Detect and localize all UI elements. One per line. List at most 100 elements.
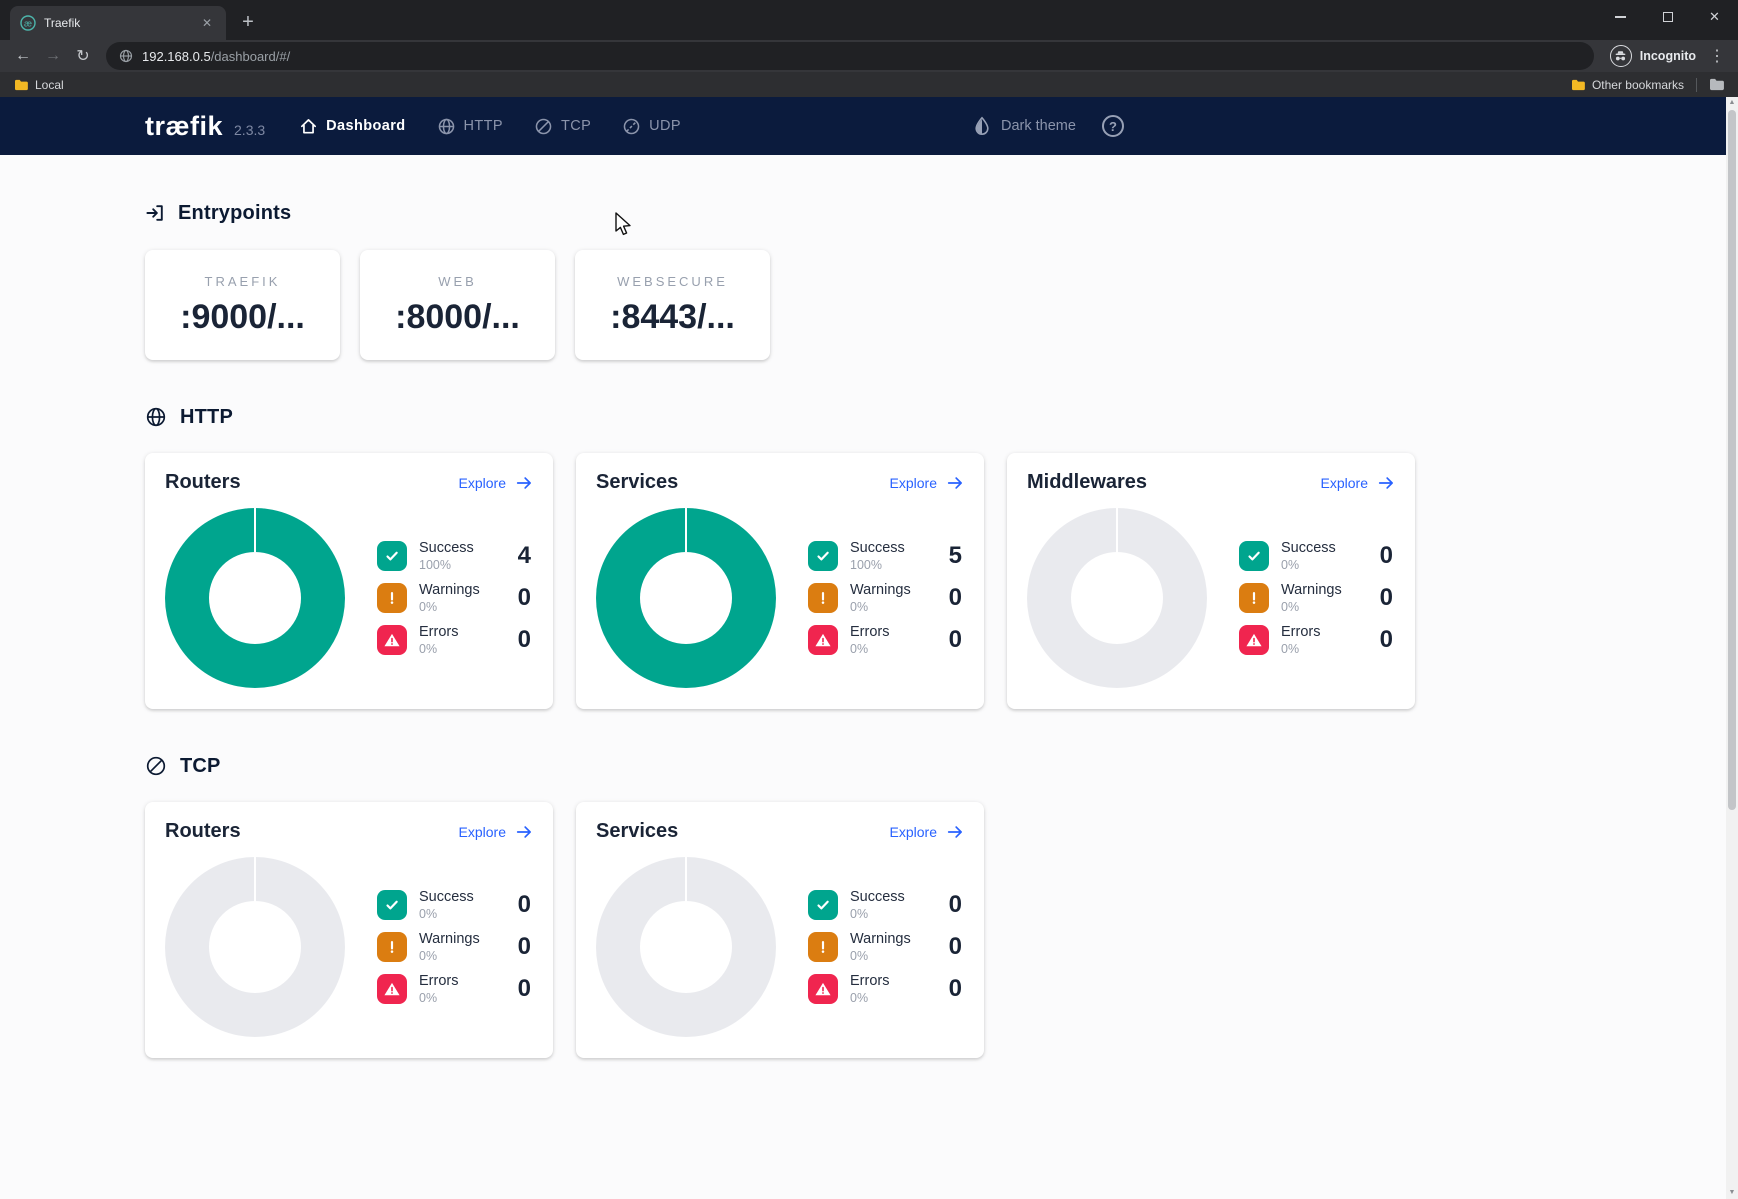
entrypoint-port: :9000/... — [180, 298, 305, 337]
bookmark-label: Local — [35, 78, 64, 92]
window-maximize-button[interactable] — [1644, 0, 1691, 34]
explore-link[interactable]: Explore — [890, 823, 964, 841]
tcp-section: TCP Routers Explore Success — [145, 754, 1738, 1058]
window-close-button[interactable]: ✕ — [1691, 0, 1738, 34]
success-stat-row: Success100% 4 — [377, 540, 531, 572]
stat-count: 0 — [518, 975, 531, 1003]
stat-label: Errors — [419, 973, 506, 989]
arrow-right-icon — [515, 474, 533, 492]
nav-tcp[interactable]: TCP — [534, 117, 591, 136]
stat-count: 0 — [949, 933, 962, 961]
donut-chart — [596, 857, 776, 1037]
arrow-right-icon — [946, 823, 964, 841]
warning-icon — [1239, 583, 1269, 613]
nav-label: HTTP — [464, 118, 503, 134]
nav-udp[interactable]: UDP — [622, 117, 681, 136]
scroll-up-icon[interactable]: ▲ — [1729, 97, 1736, 109]
nav-dashboard[interactable]: Dashboard — [299, 117, 405, 136]
scrollbar-thumb[interactable] — [1728, 110, 1736, 810]
errors-stat-row: Errors 0% 0 — [377, 973, 531, 1005]
stat-percentage: 0% — [419, 991, 506, 1005]
stat-count: 5 — [949, 542, 962, 570]
entrypoint-card-traefik: TRAEFIK :9000/... — [145, 250, 340, 360]
explore-link[interactable]: Explore — [1321, 474, 1395, 492]
bookmarks-right: Other bookmarks — [1571, 78, 1724, 92]
section-title: Entrypoints — [178, 202, 291, 225]
bookmarks-folder-icon[interactable] — [1709, 78, 1724, 91]
http-middlewares-card: Middlewares Explore Success0% 0 — [1007, 453, 1415, 709]
globe-icon — [145, 406, 167, 428]
warning-icon — [808, 932, 838, 962]
url-text: 192.168.0.5/dashboard/#/ — [142, 49, 290, 64]
traefik-favicon: æ — [20, 15, 36, 31]
page-scrollbar[interactable]: ▲ ▼ — [1726, 97, 1738, 1199]
stat-count: 0 — [518, 933, 531, 961]
explore-label: Explore — [1321, 475, 1368, 491]
other-bookmarks[interactable]: Other bookmarks — [1571, 78, 1684, 92]
tab-title: Traefik — [44, 16, 190, 30]
stat-percentage: 0% — [419, 949, 506, 963]
stat-count: 0 — [949, 584, 962, 612]
stat-percentage: 0% — [850, 600, 937, 614]
version-label: 2.3.3 — [234, 122, 265, 138]
udp-icon — [622, 117, 641, 136]
stat-count: 0 — [1380, 584, 1393, 612]
error-icon — [1239, 625, 1269, 655]
explore-label: Explore — [890, 475, 937, 491]
stat-percentage: 0% — [850, 642, 937, 656]
reload-button[interactable]: ↻ — [68, 42, 98, 70]
warnings-stat-row: Warnings0% 0 — [377, 582, 531, 614]
header-right: Dark theme ? — [972, 115, 1124, 137]
arrow-right-icon — [946, 474, 964, 492]
nav-label: Dashboard — [326, 118, 405, 134]
stat-label: Warnings — [419, 931, 506, 947]
error-icon — [808, 625, 838, 655]
section-title: HTTP — [180, 406, 233, 429]
dashboard-content: Entrypoints TRAEFIK :9000/... WEB :8000/… — [0, 155, 1738, 1058]
dark-theme-toggle[interactable]: Dark theme — [972, 116, 1076, 136]
card-title: Services — [596, 471, 678, 494]
explore-link[interactable]: Explore — [459, 474, 533, 492]
arrow-right-icon — [515, 823, 533, 841]
traefik-header: træfik 2.3.3 Dashboard HTTP TCP — [0, 97, 1738, 155]
http-section-head: HTTP — [145, 405, 1738, 429]
entrypoint-port: :8443/... — [610, 298, 735, 337]
window-minimize-button[interactable] — [1597, 0, 1644, 34]
explore-link[interactable]: Explore — [890, 474, 964, 492]
globe-icon — [437, 117, 456, 136]
success-stat-row: Success0% 0 — [808, 889, 962, 921]
new-tab-button[interactable]: + — [234, 8, 262, 36]
help-button[interactable]: ? — [1102, 115, 1124, 137]
browser-tab[interactable]: æ Traefik ✕ — [10, 6, 226, 40]
address-bar[interactable]: 192.168.0.5/dashboard/#/ — [106, 42, 1594, 70]
browser-tab-strip: æ Traefik ✕ + ✕ — [0, 0, 1738, 40]
stat-count: 0 — [1380, 542, 1393, 570]
stat-percentage: 100% — [850, 558, 937, 572]
tab-close-icon[interactable]: ✕ — [198, 14, 216, 32]
main-nav: Dashboard HTTP TCP UDP — [299, 117, 681, 136]
warning-icon — [377, 583, 407, 613]
stat-percentage: 0% — [850, 907, 937, 921]
tcp-cards: Routers Explore Success0% 0 — [145, 802, 1738, 1058]
bookmark-local[interactable]: Local — [14, 78, 64, 92]
stat-percentage: 0% — [1281, 558, 1368, 572]
browser-menu-button[interactable]: ⋮ — [1704, 42, 1730, 70]
nav-http[interactable]: HTTP — [437, 117, 503, 136]
success-icon — [1239, 541, 1269, 571]
scroll-down-icon[interactable]: ▼ — [1729, 1187, 1736, 1199]
success-icon — [808, 890, 838, 920]
traefik-logo[interactable]: træfik — [145, 111, 223, 142]
tcp-routers-card: Routers Explore Success0% 0 — [145, 802, 553, 1058]
error-icon — [377, 974, 407, 1004]
explore-link[interactable]: Explore — [459, 823, 533, 841]
stat-label: Warnings — [1281, 582, 1368, 598]
back-button[interactable]: ← — [8, 42, 38, 70]
window-controls: ✕ — [1597, 0, 1738, 34]
success-stat-row: Success0% 0 — [377, 889, 531, 921]
card-title: Routers — [165, 471, 241, 494]
forward-button[interactable]: → — [38, 42, 68, 70]
stat-label: Success — [850, 889, 937, 905]
divider — [1696, 78, 1697, 92]
entrypoints-icon — [145, 203, 165, 223]
folder-icon — [14, 79, 28, 91]
